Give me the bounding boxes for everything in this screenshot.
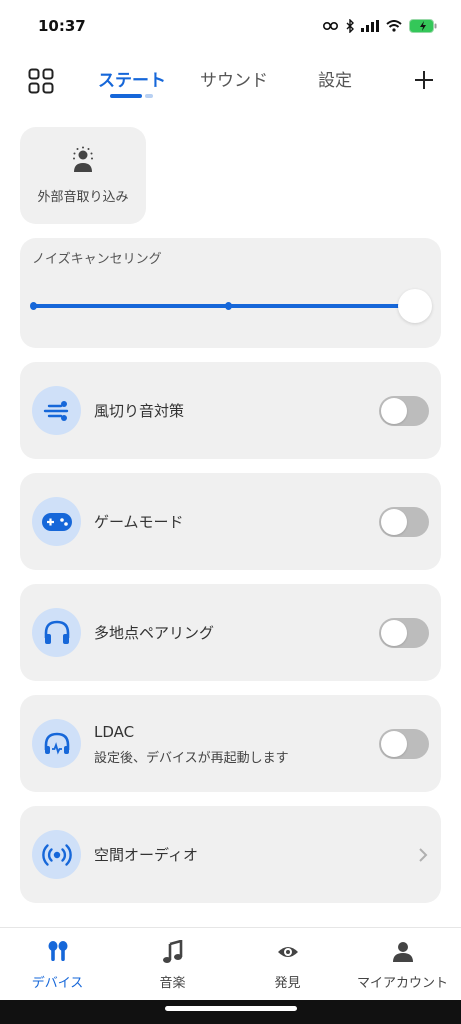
headphones-icon	[44, 620, 69, 644]
tab-devices[interactable]: デバイス	[0, 928, 115, 998]
tab-music-label: 音楽	[159, 976, 186, 991]
wind-reduction-label: 風切り音対策	[94, 402, 185, 420]
ambient-sound-icon	[73, 146, 93, 172]
tab-my-account[interactable]: マイアカウント	[345, 928, 460, 998]
status-icons	[323, 19, 439, 33]
battery-charging-icon	[409, 19, 437, 33]
ldac-card: LDAC 設定後、デバイスが再起動します	[20, 695, 441, 792]
eye-icon	[277, 947, 298, 957]
tab-discover-label: 発見	[274, 976, 301, 991]
person-icon	[392, 942, 413, 962]
ldac-icon-circle	[32, 719, 81, 768]
toggle-knob	[381, 620, 407, 646]
toggle-knob	[381, 398, 407, 424]
grid-icon[interactable]	[28, 68, 54, 94]
tab-my-account-label: マイアカウント	[356, 976, 448, 991]
noise-cancelling-label: ノイズキャンセリング	[32, 252, 162, 267]
plus-icon[interactable]	[412, 68, 436, 92]
wind-reduction-toggle[interactable]	[379, 396, 429, 426]
spatial-audio-icon-circle	[32, 830, 81, 879]
spatial-audio-card[interactable]: 空間オーディオ	[20, 806, 441, 903]
tab-settings[interactable]: 設定	[318, 66, 352, 91]
tab-discover[interactable]: 発見	[230, 928, 345, 998]
earbuds-icon	[48, 941, 67, 961]
tab-sound[interactable]: サウンド	[200, 66, 268, 91]
noise-cancelling-card: ノイズキャンセリング	[20, 238, 441, 348]
home-indicator[interactable]	[165, 1006, 297, 1011]
toggle-knob	[381, 509, 407, 535]
key-icon	[323, 21, 339, 31]
home-indicator-area	[0, 1000, 461, 1024]
multipoint-pairing-card: 多地点ペアリング	[20, 584, 441, 681]
game-mode-card: ゲームモード	[20, 473, 441, 570]
spatial-audio-icon	[41, 843, 72, 866]
noise-cancelling-slider-thumb[interactable]	[398, 289, 432, 323]
tab-devices-label: デバイス	[31, 976, 84, 991]
bluetooth-icon	[346, 19, 354, 33]
ambient-sound-button[interactable]: 外部音取り込み	[20, 127, 146, 224]
wind-icon-circle	[32, 386, 81, 435]
top-nav: ステート サウンド 設定	[0, 60, 461, 100]
game-mode-label: ゲームモード	[94, 513, 184, 531]
wind-icon	[43, 400, 68, 421]
bottom-tab-bar: デバイス 音楽 発見 マイアカウント	[0, 927, 461, 997]
multipoint-pairing-toggle[interactable]	[379, 618, 429, 648]
multipoint-pairing-label: 多地点ペアリング	[94, 624, 215, 642]
chevron-right-icon	[419, 848, 428, 862]
gamepad-icon	[41, 512, 72, 531]
tab-state[interactable]: ステート	[98, 66, 166, 91]
tab-music[interactable]: 音楽	[115, 928, 230, 998]
toggle-knob	[381, 731, 407, 757]
cellular-signal-icon	[361, 20, 379, 32]
tab-page-dot	[145, 94, 153, 98]
spatial-audio-label: 空間オーディオ	[94, 846, 198, 864]
slider-stop	[225, 302, 232, 310]
ldac-sublabel: 設定後、デバイスが再起動します	[94, 751, 289, 766]
ambient-sound-label: 外部音取り込み	[37, 190, 129, 205]
wifi-icon	[386, 20, 402, 32]
ldac-headphones-icon	[44, 732, 69, 754]
gamepad-icon-circle	[32, 497, 81, 546]
music-note-icon	[162, 940, 182, 963]
status-bar: 10:37	[0, 0, 461, 52]
game-mode-toggle[interactable]	[379, 507, 429, 537]
ldac-toggle[interactable]	[379, 729, 429, 759]
tab-indicator	[110, 94, 142, 98]
wind-reduction-card: 風切り音対策	[20, 362, 441, 459]
headphones-icon-circle	[32, 608, 81, 657]
ldac-label: LDAC	[94, 723, 135, 741]
slider-stop	[30, 302, 37, 310]
status-time: 10:37	[38, 17, 86, 35]
